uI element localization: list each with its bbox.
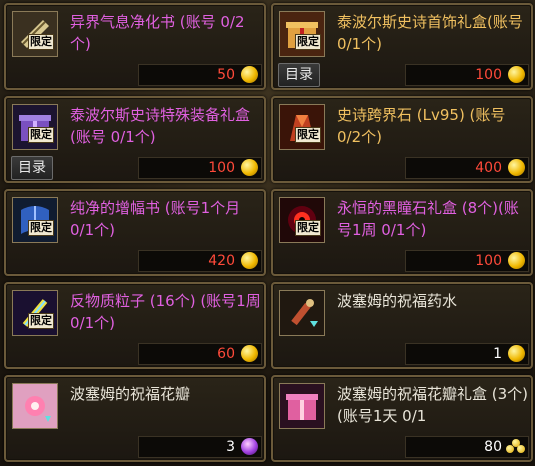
- price-bar: 50: [138, 64, 262, 86]
- price: 100: [475, 67, 502, 83]
- price: 420: [208, 253, 235, 269]
- shop-item[interactable]: 限定 异界气息净化书 (账号 0/2个) 50: [4, 3, 266, 90]
- item-title: 波塞姆的祝福花瓣礼盒 (3个)(账号1天 0/1: [337, 385, 529, 425]
- shop-item[interactable]: 限定 永恒的黑瞳石礼盒 (8个)(账号1周 0/1个) 100: [271, 189, 533, 276]
- shop-item[interactable]: 波塞姆的祝福花瓣礼盒 (3个)(账号1天 0/1 80: [271, 375, 533, 462]
- price: 400: [475, 160, 502, 176]
- item-title: 波塞姆的祝福花瓣: [70, 385, 191, 403]
- shop-item[interactable]: 限定 反物质粒子 (16个) (账号1周 0/1个) 60: [4, 282, 266, 369]
- limited-tag: 限定: [295, 127, 321, 143]
- catalog-button[interactable]: 目录: [278, 63, 320, 87]
- price: 3: [226, 439, 235, 455]
- item-title: 泰波尔斯史诗特殊装备礼盒(账号 0/1个): [70, 106, 251, 146]
- petal-icon: [12, 383, 58, 429]
- coin-icon: [508, 345, 525, 362]
- price-bar: 80: [405, 436, 529, 458]
- shop-grid: 限定 异界气息净化书 (账号 0/2个) 50 限定 泰波尔斯史诗首饰礼盒(账号…: [0, 0, 535, 466]
- price: 60: [217, 346, 235, 362]
- price: 100: [475, 253, 502, 269]
- shop-item[interactable]: 限定 纯净的增幅书 (账号1个月 0/1个) 420: [4, 189, 266, 276]
- item-title: 纯净的增幅书 (账号1个月 0/1个): [70, 199, 241, 239]
- coin-icon: [508, 159, 525, 176]
- price-bar: 60: [138, 343, 262, 365]
- coin-icon: [241, 252, 258, 269]
- price-bar: 3: [138, 436, 262, 458]
- potion-icon: [279, 290, 325, 336]
- price-bar: 100: [405, 64, 529, 86]
- price: 100: [208, 160, 235, 176]
- price: 1: [493, 346, 502, 362]
- coin-icon: [508, 66, 525, 83]
- limited-tag: 限定: [28, 34, 54, 50]
- pink-gift-icon: [279, 383, 325, 429]
- price-bar: 100: [405, 250, 529, 272]
- shop-item[interactable]: 波塞姆的祝福花瓣 3: [4, 375, 266, 462]
- coin-icon: [241, 345, 258, 362]
- price: 80: [484, 439, 502, 455]
- shop-item[interactable]: 波塞姆的祝福药水 1: [271, 282, 533, 369]
- coin-pile-icon: [506, 439, 526, 455]
- price-bar: 400: [405, 157, 529, 179]
- price-bar: 100: [138, 157, 262, 179]
- shop-item[interactable]: 限定 史诗跨界石 (Lv95) (账号 0/2个) 400: [271, 96, 533, 183]
- limited-tag: 限定: [295, 220, 321, 236]
- item-title: 泰波尔斯史诗首饰礼盒(账号 0/1个): [337, 13, 523, 53]
- item-title: 反物质粒子 (16个) (账号1周 0/1个): [70, 292, 261, 332]
- limited-tag: 限定: [295, 34, 321, 50]
- shop-item[interactable]: 限定 泰波尔斯史诗特殊装备礼盒(账号 0/1个) 目录 100: [4, 96, 266, 183]
- limited-tag: 限定: [28, 313, 54, 329]
- coin-icon: [241, 66, 258, 83]
- item-title: 永恒的黑瞳石礼盒 (8个)(账号1周 0/1个): [337, 199, 519, 239]
- orb-currency-icon: [241, 438, 258, 455]
- item-title: 波塞姆的祝福药水: [337, 292, 458, 310]
- price: 50: [217, 67, 235, 83]
- price-bar: 420: [138, 250, 262, 272]
- price-bar: 1: [405, 343, 529, 365]
- item-title: 异界气息净化书 (账号 0/2个): [70, 13, 245, 53]
- item-title: 史诗跨界石 (Lv95) (账号 0/2个): [337, 106, 506, 146]
- catalog-button[interactable]: 目录: [11, 156, 53, 180]
- limited-tag: 限定: [28, 220, 54, 236]
- shop-item[interactable]: 限定 泰波尔斯史诗首饰礼盒(账号 0/1个) 目录 100: [271, 3, 533, 90]
- coin-icon: [508, 252, 525, 269]
- coin-icon: [241, 159, 258, 176]
- limited-tag: 限定: [28, 127, 54, 143]
